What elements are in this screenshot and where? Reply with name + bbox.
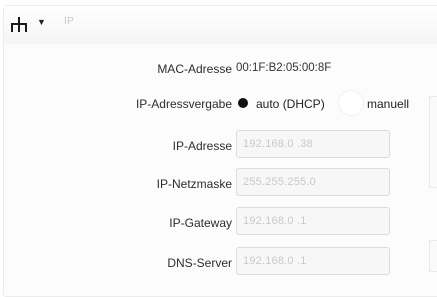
gateway-field[interactable] (236, 207, 390, 235)
dns-server-label: DNS-Server (167, 256, 232, 270)
netmask-label: IP-Netzmaske (156, 177, 232, 191)
radio-auto-dhcp-label[interactable]: auto (DHCP) (256, 97, 325, 111)
mac-address-label: MAC-Adresse (157, 62, 232, 76)
ip-assignment-label: IP-Adressvergabe (135, 97, 232, 111)
radio-manual-label[interactable]: manuell (367, 97, 409, 111)
adjacent-panel-edge (429, 96, 437, 188)
radio-manual[interactable] (339, 91, 363, 115)
dns-server-field[interactable] (236, 247, 390, 275)
mac-address-value: 00:1F:B2:05:00:8F (236, 62, 332, 74)
adjacent-panel-edge (429, 240, 437, 272)
network-icon (11, 17, 27, 32)
gateway-label: IP-Gateway (169, 216, 232, 230)
ip-address-field[interactable] (236, 130, 390, 158)
caret-down-icon[interactable]: ▼ (37, 17, 46, 27)
netmask-field[interactable] (236, 168, 390, 196)
ip-address-label: IP-Adresse (172, 139, 232, 153)
radio-auto-dhcp[interactable] (238, 98, 248, 108)
section-title: IP (64, 16, 75, 27)
